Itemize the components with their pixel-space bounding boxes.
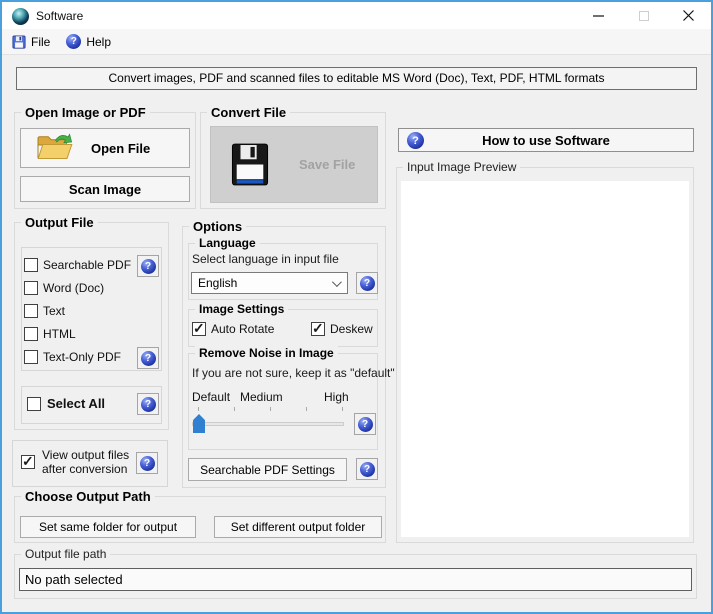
searchable-pdf-settings-button[interactable]: Searchable PDF Settings bbox=[188, 458, 347, 481]
searchable-pdf-settings-label: Searchable PDF Settings bbox=[200, 462, 335, 477]
output-file-path-title: Output file path bbox=[21, 547, 111, 561]
slider-tick bbox=[306, 407, 307, 411]
window-controls bbox=[576, 2, 711, 29]
help-button-view-output[interactable] bbox=[136, 452, 158, 474]
help-icon bbox=[407, 132, 424, 149]
close-button[interactable] bbox=[666, 2, 711, 29]
folder-open-icon bbox=[37, 133, 73, 159]
menu-file[interactable]: File bbox=[2, 29, 58, 54]
help-button-language[interactable] bbox=[356, 272, 378, 294]
set-different-folder-button[interactable]: Set different output folder bbox=[214, 516, 382, 538]
chevron-down-icon bbox=[331, 276, 342, 287]
help-icon bbox=[359, 461, 375, 477]
help-icon bbox=[66, 34, 82, 49]
checkbox-html[interactable] bbox=[24, 327, 38, 341]
noise-level-medium-label: Medium bbox=[240, 390, 283, 404]
group-convert-file-title: Convert File bbox=[207, 105, 291, 120]
checkbox-deskew[interactable] bbox=[311, 320, 325, 337]
set-different-folder-label: Set different output folder bbox=[230, 520, 366, 534]
group-open-image-title: Open Image or PDF bbox=[21, 105, 150, 120]
checkbox-view-output-label: View output files after conversion bbox=[42, 448, 129, 476]
help-button-select-all[interactable] bbox=[137, 393, 159, 415]
open-file-label: Open File bbox=[91, 140, 151, 156]
maximize-button bbox=[621, 2, 666, 29]
set-same-folder-button[interactable]: Set same folder for output bbox=[20, 516, 196, 538]
group-choose-output-path-title: Choose Output Path bbox=[21, 489, 155, 504]
remove-noise-hint: If you are not sure, keep it as "default… bbox=[192, 366, 395, 380]
save-file-button[interactable]: Save File bbox=[210, 126, 378, 203]
banner-button[interactable]: Convert images, PDF and scanned files to… bbox=[16, 67, 697, 90]
input-preview-title: Input Image Preview bbox=[403, 160, 521, 174]
set-same-folder-label: Set same folder for output bbox=[38, 520, 178, 534]
scan-image-button[interactable]: Scan Image bbox=[20, 176, 190, 202]
minimize-button[interactable] bbox=[576, 2, 621, 29]
checkbox-text[interactable] bbox=[24, 304, 38, 318]
slider-tick bbox=[234, 407, 235, 411]
menu-help-label: Help bbox=[86, 34, 112, 49]
slider-tick bbox=[270, 407, 271, 411]
checkbox-select-all[interactable] bbox=[27, 397, 41, 411]
language-select[interactable]: English bbox=[191, 272, 348, 294]
group-language-title: Language bbox=[195, 236, 260, 250]
menu-help[interactable]: Help bbox=[58, 29, 119, 54]
app-window: Software File Help bbox=[0, 0, 713, 614]
noise-slider-track[interactable] bbox=[192, 422, 344, 426]
help-icon bbox=[140, 258, 156, 274]
checkbox-word-doc[interactable] bbox=[24, 281, 38, 295]
checkbox-deskew-label: Deskew bbox=[330, 322, 373, 336]
slider-tick bbox=[198, 407, 199, 411]
checkbox-view-output[interactable] bbox=[21, 453, 35, 470]
checkbox-searchable-pdf-label: Searchable PDF bbox=[43, 258, 132, 272]
help-button-searchable-pdf-settings[interactable] bbox=[356, 458, 378, 480]
group-output-file-title: Output File bbox=[21, 215, 98, 230]
checkbox-select-all-label: Select All bbox=[47, 396, 106, 411]
open-file-button[interactable]: Open File bbox=[20, 128, 190, 168]
output-path-field[interactable]: No path selected bbox=[19, 568, 692, 591]
checkbox-text-label: Text bbox=[43, 304, 66, 318]
checkbox-searchable-pdf[interactable] bbox=[24, 258, 38, 272]
checkbox-word-doc-label: Word (Doc) bbox=[43, 281, 105, 295]
group-remove-noise-title: Remove Noise in Image bbox=[195, 346, 338, 360]
noise-level-high-label: High bbox=[324, 390, 349, 404]
scan-image-label: Scan Image bbox=[68, 181, 142, 197]
help-icon bbox=[140, 396, 156, 412]
slider-tick bbox=[342, 407, 343, 411]
help-icon bbox=[139, 455, 155, 471]
help-icon bbox=[357, 416, 373, 432]
floppy-icon bbox=[12, 34, 26, 49]
floppy-disk-icon bbox=[231, 143, 269, 186]
checkbox-auto-rotate-label: Auto Rotate bbox=[211, 322, 275, 336]
language-selected-value: English bbox=[198, 276, 238, 290]
checkbox-text-only-pdf[interactable] bbox=[24, 350, 38, 364]
checkbox-html-label: HTML bbox=[43, 327, 76, 341]
help-icon bbox=[140, 350, 156, 366]
how-to-use-button[interactable]: How to use Software bbox=[398, 128, 694, 152]
help-button-text-only-pdf[interactable] bbox=[137, 347, 159, 369]
language-hint: Select language in input file bbox=[192, 252, 339, 266]
menubar: File Help bbox=[2, 29, 711, 55]
titlebar: Software bbox=[2, 2, 711, 29]
noise-level-default-label: Default bbox=[192, 390, 231, 404]
help-button-searchable-pdf[interactable] bbox=[137, 255, 159, 277]
help-button-remove-noise[interactable] bbox=[354, 413, 376, 435]
checkbox-auto-rotate[interactable] bbox=[192, 320, 206, 337]
checkbox-text-only-pdf-label: Text-Only PDF bbox=[43, 350, 122, 364]
menu-file-label: File bbox=[31, 34, 51, 49]
save-file-label: Save File bbox=[299, 157, 356, 172]
input-image-preview bbox=[401, 181, 689, 537]
how-to-use-label: How to use Software bbox=[482, 132, 610, 148]
app-icon bbox=[12, 8, 29, 25]
group-options-title: Options bbox=[189, 219, 247, 234]
group-image-settings-title: Image Settings bbox=[195, 302, 289, 316]
help-icon bbox=[359, 275, 375, 291]
window-title: Software bbox=[36, 9, 84, 23]
view-output-line2: after conversion bbox=[42, 462, 128, 476]
view-output-line1: View output files bbox=[42, 448, 130, 462]
